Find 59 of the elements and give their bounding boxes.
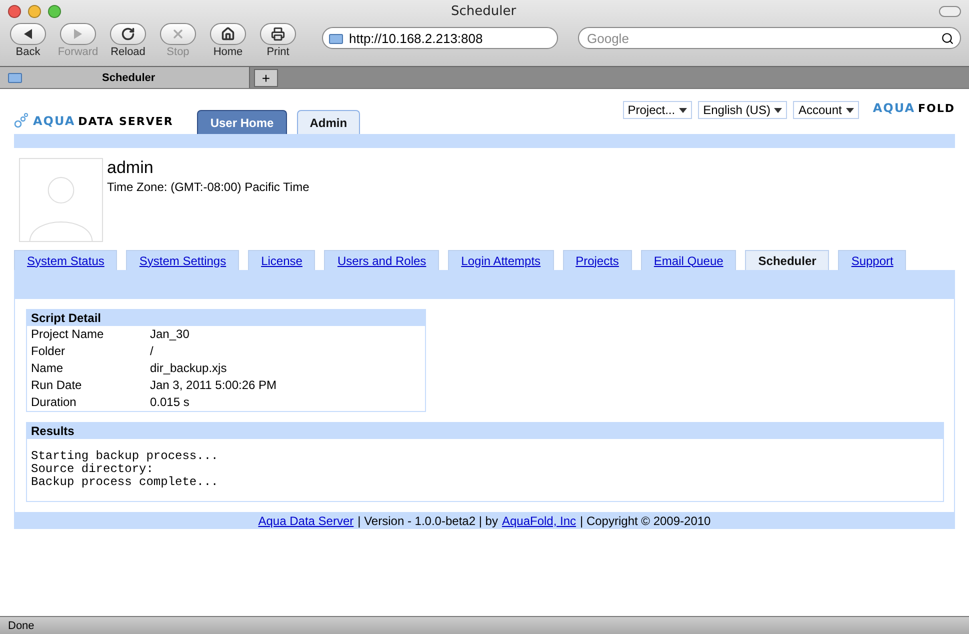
footer-text: | Version - 1.0.0-beta2 | by (358, 514, 498, 528)
field-value: Jan_30 (150, 326, 190, 343)
folder-icon (8, 72, 22, 83)
bubbles-icon (14, 112, 30, 128)
field-value: 0.015 s (150, 394, 190, 411)
dropdown-menu[interactable]: Account (793, 101, 859, 119)
user-name: admin (107, 158, 154, 178)
field-label: Run Date (31, 377, 83, 394)
logo: AQUA DATA SERVER (14, 112, 174, 128)
field-label: Folder (31, 343, 66, 360)
tab[interactable]: Email Queue (640, 250, 736, 270)
search-icon (941, 32, 954, 44)
results-output: Starting backup process... Source directory: Backup process complete... (31, 450, 220, 489)
tab[interactable]: System Status (14, 250, 118, 270)
search-box[interactable]: Google (578, 27, 961, 49)
forward-icon (73, 29, 83, 39)
tab[interactable]: Scheduler (745, 250, 830, 270)
field-value: dir_backup.xjs (150, 360, 227, 377)
footer-link[interactable]: Aqua Data Server (258, 514, 354, 528)
tab[interactable]: License (248, 250, 316, 270)
address-field[interactable]: http://10.168.2.213:808 (322, 27, 558, 49)
panel-title: Results (27, 423, 943, 439)
field-label: Project Name (31, 326, 105, 343)
minimize-button[interactable] (28, 4, 41, 18)
footer-text: | Copyright © 2009-2010 (580, 514, 711, 528)
field-value: Jan 3, 2011 5:00:26 PM (150, 377, 277, 394)
time-zone: Time Zone: (GMT:-08:00) Pacific Time (107, 180, 310, 194)
tab[interactable]: Projects (562, 250, 632, 270)
home-icon (221, 27, 235, 41)
tab[interactable]: Support (838, 250, 906, 270)
caret-icon (846, 108, 854, 112)
field-label: Name (31, 360, 64, 377)
tab[interactable]: System Settings (126, 250, 240, 270)
zoom-button[interactable] (48, 4, 61, 18)
brand-logo: AQUA FOLD (872, 101, 955, 115)
caret-icon (679, 108, 688, 112)
avatar-icon (19, 158, 103, 242)
new-tab-button[interactable]: + (254, 69, 278, 87)
folder-icon (329, 32, 343, 44)
field-value: / (150, 343, 154, 360)
nav-tab[interactable]: Admin (296, 110, 360, 134)
back-icon (23, 29, 33, 39)
nav-tab[interactable]: User Home (197, 110, 287, 134)
dropdown-menu[interactable]: English (US) (698, 101, 788, 119)
browser-tab[interactable]: Scheduler (0, 67, 250, 88)
tab[interactable]: Login Attempts (448, 250, 554, 270)
close-icon (171, 27, 185, 41)
reload-icon (121, 27, 135, 41)
field-label: Duration (31, 394, 78, 411)
printer-icon (271, 27, 285, 41)
footer-link[interactable]: AquaFold, Inc (502, 514, 576, 528)
window-title: Scheduler (450, 4, 518, 18)
caret-icon (774, 108, 782, 112)
panel-title: Script Detail (27, 310, 425, 326)
close-button[interactable] (8, 4, 21, 18)
dropdown-menu[interactable]: Project... (622, 101, 692, 119)
tab[interactable]: Users and Roles (324, 250, 440, 270)
toolbar-toggle-button[interactable] (939, 6, 961, 16)
status-text: Done (8, 620, 34, 632)
